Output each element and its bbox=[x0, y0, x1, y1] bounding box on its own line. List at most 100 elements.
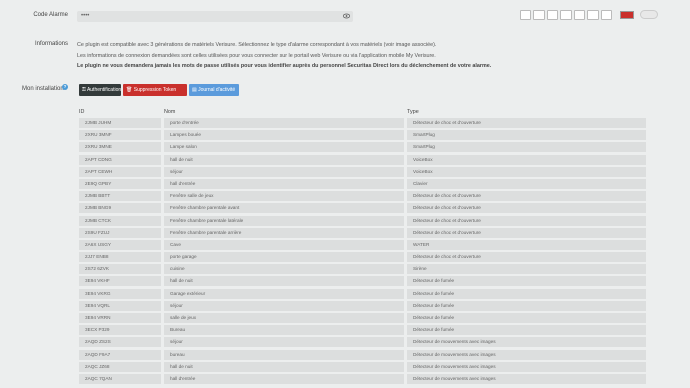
device-id-cell: 2JMB JUHM bbox=[79, 118, 161, 128]
device-name-cell: hall d'entrée bbox=[164, 373, 404, 384]
info-line-2: Les informations de connexion demandées … bbox=[77, 52, 436, 59]
table-row: 2AQD F9A7 bureau Détecteur de mouvements a… bbox=[79, 349, 646, 361]
help-icon[interactable]: ? bbox=[62, 84, 68, 90]
code-alarme-value: •••• bbox=[81, 13, 90, 19]
device-type-cell: SmartPlug bbox=[407, 142, 646, 153]
device-id-cell: 2APT CEWH bbox=[79, 166, 161, 177]
device-type-cell: Détecteur de mouvements avec images bbox=[407, 373, 646, 384]
device-table: 2JMB JUHM porte d'entrée Détecteur de choc… bbox=[79, 117, 646, 385]
table-row: 2APT CEWH séjour VoiceBox bbox=[79, 166, 646, 178]
table-row: 2A6X USGY Cave WATER bbox=[79, 239, 646, 251]
device-id-cell: 2XRU 3MNF bbox=[79, 130, 161, 141]
device-type-cell: Détecteur de mouvements avec images bbox=[407, 361, 646, 372]
table-row: 3ECX P329 Bureau Détecteur de fumée bbox=[79, 324, 646, 336]
device-type-cell: VoiceBox bbox=[407, 154, 646, 165]
journal-icon: ▤ bbox=[192, 87, 197, 93]
device-name-cell: salle de jeux bbox=[164, 313, 404, 323]
table-row: 2APT CDNG hall de nuit VoiceBox bbox=[79, 154, 646, 166]
column-header-id: ID bbox=[79, 109, 85, 115]
table-row: 2XRU 3MNF Lampes bouée SmartPlug bbox=[79, 129, 646, 141]
table-row: 2JMB BBTT Fenêtre salle de jeux Détecteur … bbox=[79, 190, 646, 202]
device-name-cell: Cave bbox=[164, 239, 404, 250]
device-id-cell: 2AQD ZS2S bbox=[79, 337, 161, 348]
device-type-cell: Clavier bbox=[407, 178, 646, 189]
info-line-3: Le plugin ne vous demandera jamais les m… bbox=[77, 63, 492, 69]
device-id-cell: 2JJ7 ENB8 bbox=[79, 252, 161, 263]
device-name-cell: hall de nuit bbox=[164, 154, 404, 165]
table-row: 2XRU 3MNE Lampe salon SmartPlug bbox=[79, 141, 646, 153]
table-row: 2AQC JZ68 hall de nuit Détecteur de mouvem… bbox=[79, 361, 646, 373]
table-row: 2S72 6ZVK cuisine Sirène bbox=[79, 263, 646, 275]
device-type-cell: Détecteur de choc et d'ouverture bbox=[407, 227, 646, 238]
device-type-cell: Détecteur de choc et d'ouverture bbox=[407, 191, 646, 202]
device-name-cell: cuisine bbox=[164, 264, 404, 275]
suppression-token-button[interactable]: 🗑 Suppression Token bbox=[123, 84, 187, 96]
journal-activite-button[interactable]: ▤ Journal d'activité bbox=[189, 84, 239, 96]
table-row: 2JJ7 ENB8 porte garage Détecteur de choc e… bbox=[79, 251, 646, 263]
device-name-cell: porte garage bbox=[164, 252, 404, 263]
device-name-cell: séjour bbox=[164, 337, 404, 348]
informations-text: Ce plugin est compatible avec 3 générati… bbox=[77, 40, 637, 72]
device-name-cell: Fenêtre chambre parentale arrière bbox=[164, 227, 404, 238]
device-type-cell: Sirène bbox=[407, 264, 646, 275]
device-id-cell: 3E94 VKHF bbox=[79, 276, 161, 287]
device-id-cell: 3E94 VKRG bbox=[79, 288, 161, 299]
device-name-cell: Bureau bbox=[164, 325, 404, 336]
device-type-cell: WATER bbox=[407, 239, 646, 250]
device-id-cell: 2JMB CTCK bbox=[79, 215, 161, 226]
device-name-cell: bureau bbox=[164, 349, 404, 360]
table-row: 3E94 VQRL séjour Détecteur de fumée bbox=[79, 300, 646, 312]
device-name-cell: séjour bbox=[164, 166, 404, 177]
device-id-cell: 2A6X USGY bbox=[79, 239, 161, 250]
device-name-cell: Fenêtre chambre parentale latérale bbox=[164, 215, 404, 226]
device-type-cell: Détecteur de choc et d'ouverture bbox=[407, 252, 646, 263]
device-name-cell: Lampes bouée bbox=[164, 130, 404, 141]
table-row: 3E94 VKRG Garage extérieur Détecteur de fu… bbox=[79, 288, 646, 300]
table-row: 2JMB CTCK Fenêtre chambre parentale latér… bbox=[79, 215, 646, 227]
device-id-cell: 2AQD F9A7 bbox=[79, 349, 161, 360]
code-alarme-field[interactable]: •••• bbox=[77, 11, 353, 22]
device-type-cell: Détecteur de fumée bbox=[407, 313, 646, 323]
device-name-cell: séjour bbox=[164, 300, 404, 311]
device-id-cell: 2S9U FZUJ bbox=[79, 227, 161, 238]
device-id-cell: 3E94 VQRL bbox=[79, 300, 161, 311]
column-header-name: Nom bbox=[164, 109, 176, 115]
device-name-cell: porte d'entrée bbox=[164, 118, 404, 128]
table-row: 2AQC 7QAN hall d'entrée Détecteur de mouve… bbox=[79, 373, 646, 385]
device-id-cell: 2AQC 7QAN bbox=[79, 373, 161, 384]
installation-label: Mon installation bbox=[22, 86, 64, 92]
device-id-cell: 3E94 VRRN bbox=[79, 313, 161, 323]
device-type-cell: Détecteur de fumée bbox=[407, 325, 646, 336]
device-type-cell: Détecteur de choc et d'ouverture bbox=[407, 203, 646, 214]
device-type-cell: SmartPlug bbox=[407, 130, 646, 141]
alarm-device-image bbox=[520, 10, 612, 20]
info-line-1: Ce plugin est compatible avec 3 générati… bbox=[77, 42, 437, 48]
device-name-cell: hall de nuit bbox=[164, 361, 404, 372]
device-id-cell: 3ECX P329 bbox=[79, 325, 161, 336]
device-name-cell: Lampe salon bbox=[164, 142, 404, 153]
device-type-cell: Détecteur de choc et d'ouverture bbox=[407, 118, 646, 128]
eye-icon[interactable] bbox=[343, 13, 350, 19]
table-row: 2AQD ZS2S séjour Détecteur de mouvements a… bbox=[79, 336, 646, 348]
device-id-cell: 2APT CDNG bbox=[79, 154, 161, 165]
device-type-cell: Détecteur de mouvements avec images bbox=[407, 337, 646, 348]
device-id-cell: 2XRU 3MNE bbox=[79, 142, 161, 153]
device-id-cell: 2JMB BBTT bbox=[79, 191, 161, 202]
table-row: 2E9Q GPBY hall d'entrée Clavier bbox=[79, 178, 646, 190]
device-id-cell: 2S72 6ZVK bbox=[79, 264, 161, 275]
device-id-cell: 2AQC JZ68 bbox=[79, 361, 161, 372]
device-type-cell: Détecteur de mouvements avec images bbox=[407, 349, 646, 360]
table-row: 3E94 VRRN salle de jeux Détecteur de fumée bbox=[79, 312, 646, 324]
table-row: 2JMB JUHM porte d'entrée Détecteur de choc… bbox=[79, 117, 646, 129]
device-type-cell: Détecteur de fumée bbox=[407, 276, 646, 287]
device-id-cell: 2JMB BNG9 bbox=[79, 203, 161, 214]
table-row: 3E94 VKHF hall de nuit Détecteur de fumée bbox=[79, 275, 646, 287]
column-header-type: Type bbox=[407, 109, 419, 115]
device-type-cell: Détecteur de choc et d'ouverture bbox=[407, 215, 646, 226]
authentification-button[interactable]: ⚿ Authentification bbox=[79, 84, 121, 96]
alarm-device-image-red bbox=[620, 11, 634, 19]
device-type-cell: VoiceBox bbox=[407, 166, 646, 177]
device-type-cell: Détecteur de fumée bbox=[407, 300, 646, 311]
device-name-cell: hall de nuit bbox=[164, 276, 404, 287]
device-name-cell: Garage extérieur bbox=[164, 288, 404, 299]
